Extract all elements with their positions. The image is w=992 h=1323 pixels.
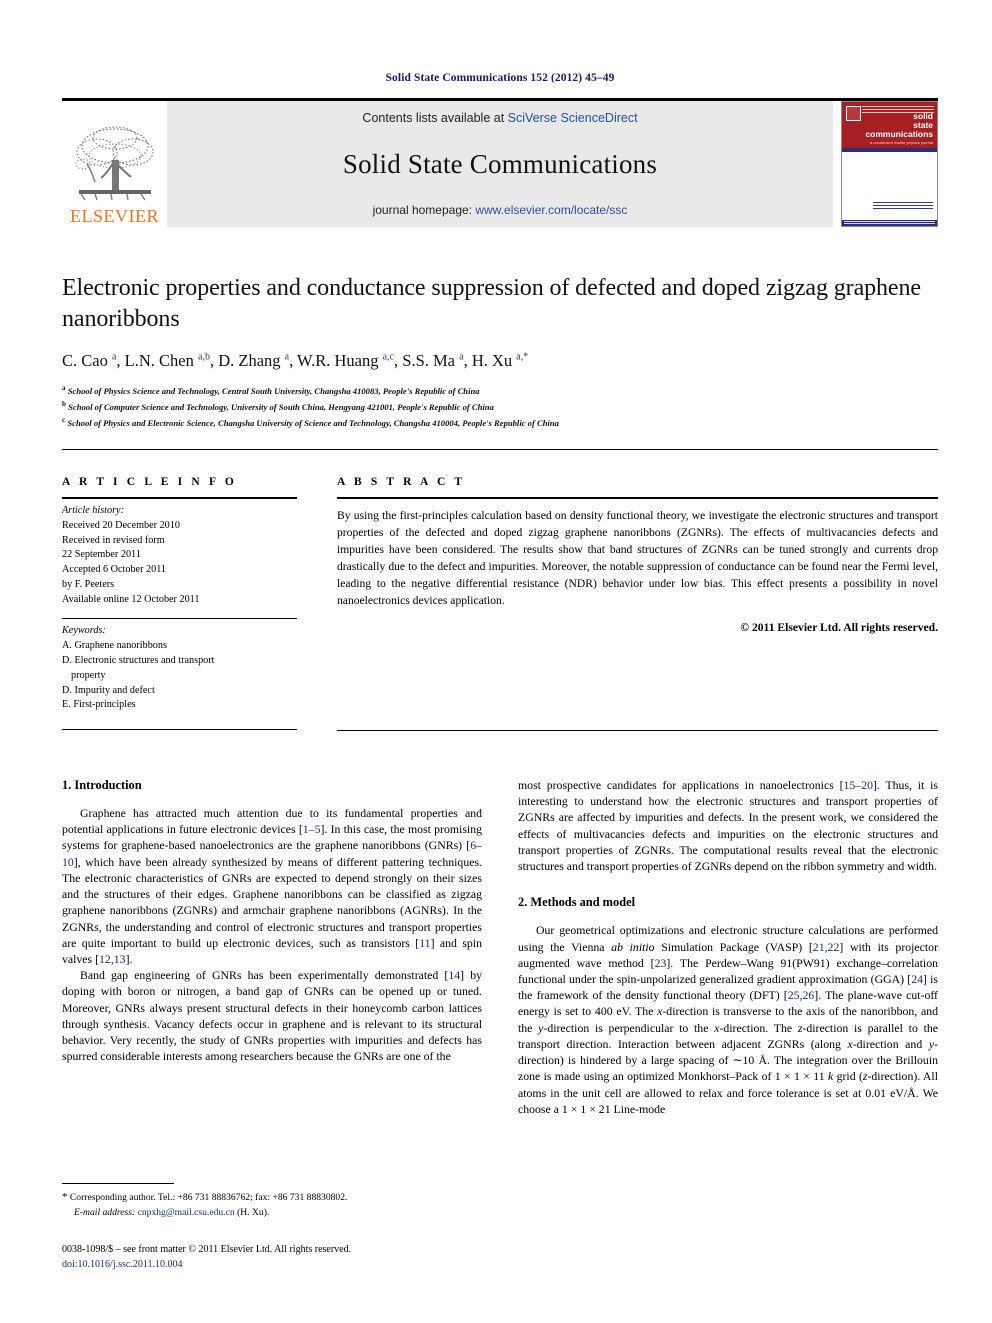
section-heading-introduction: 1. Introduction: [62, 777, 142, 792]
contents-prefix: Contents lists available at: [362, 111, 508, 125]
cover-header-band: solid state communications a condensed m…: [842, 102, 937, 148]
body-columns: 1. Introduction Graphene has attracted m…: [62, 777, 938, 1117]
cover-publisher-mark-icon: [846, 106, 861, 121]
keyword-item: D. Impurity and defect: [62, 684, 155, 696]
cover-bottom-bar: [842, 220, 937, 226]
cover-title-text: solid state communications: [865, 111, 933, 139]
article-info-column: A R T I C L E I N F O Article history: R…: [62, 476, 297, 731]
intro-paragraph-2-continued: most prospective candidates for applicat…: [518, 777, 938, 874]
article-page: Solid State Communications 152 (2012) 45…: [62, 0, 938, 1323]
keyword-item: D. Electronic structures and transport: [62, 654, 215, 666]
email-label: E-mail address:: [74, 1206, 136, 1218]
header-divider: [62, 448, 938, 450]
corresponding-author-text: Corresponding author. Tel.: +86 731 8883…: [69, 1192, 348, 1203]
abstract-copyright: © 2011 Elsevier Ltd. All rights reserved…: [740, 620, 938, 634]
affiliation-list: a School of Physics Science and Technolo…: [62, 383, 938, 430]
issn-frontmatter-line: 0038-1098/$ – see front matter © 2011 El…: [62, 1244, 352, 1255]
history-line: Accepted 6 October 2011: [62, 564, 167, 576]
affiliation-item: c School of Physics and Electronic Scien…: [62, 415, 938, 431]
article-info-heading: A R T I C L E I N F O: [62, 475, 237, 488]
info-abstract-region: A R T I C L E I N F O Article history: R…: [62, 476, 938, 731]
footnote-zone: * Corresponding author. Tel.: +86 731 88…: [62, 1183, 482, 1220]
abstract-rule-bottom: [337, 729, 938, 731]
history-line: Available online 12 October 2011: [62, 594, 200, 606]
body-column-right: most prospective candidates for applicat…: [518, 777, 938, 1117]
email-link[interactable]: cnpxhg@mail.csu.edu.cn: [138, 1207, 235, 1218]
methods-paragraph-1: Our geometrical optimizations and electr…: [518, 923, 939, 1116]
affiliation-item: a School of Physics Science and Technolo…: [62, 383, 938, 399]
contents-list-line: Contents lists available at SciVerse Sci…: [362, 111, 637, 125]
article-info-rule-bottom: [62, 729, 297, 731]
journal-homepage-link[interactable]: www.elsevier.com/locate/ssc: [475, 203, 627, 217]
body-column-gap: [482, 777, 518, 1117]
history-line: by F. Peeters: [62, 579, 115, 591]
title-block: Electronic properties and conductance su…: [62, 273, 938, 431]
imprint-block: 0038-1098/$ – see front matter © 2011 El…: [62, 1243, 522, 1272]
intro-paragraph-1: Graphene has attracted much attention du…: [62, 806, 482, 966]
elsevier-logo: ELSEVIER: [62, 101, 167, 227]
page-title: Electronic properties and conductance su…: [62, 275, 921, 332]
elsevier-tree-icon: [75, 126, 153, 201]
keyword-item: E. First-principles: [62, 699, 136, 711]
history-line: Received in revised form: [62, 534, 165, 546]
corresponding-author-note: * Corresponding author. Tel.: +86 731 88…: [62, 1189, 482, 1220]
doi-link[interactable]: doi:10.1016/j.ssc.2011.10.004: [62, 1258, 522, 1273]
elsevier-wordmark: ELSEVIER: [70, 206, 159, 226]
cover-tagline: a condensed matter physics journal: [870, 140, 933, 145]
author-list: C. Cao a, L.N. Chen a,b, D. Zhang a, W.R…: [62, 351, 529, 371]
journal-cover-thumbnail: solid state communications a condensed m…: [841, 101, 938, 227]
affiliation-item: b School of Computer Science and Technol…: [62, 399, 938, 415]
abstract-heading: A B S T R A C T: [337, 475, 466, 488]
intro-paragraph-2: Band gap engineering of GNRs has been ex…: [62, 968, 482, 1064]
journal-homepage-line: journal homepage: www.elsevier.com/locat…: [373, 203, 628, 217]
email-owner: (H. Xu).: [237, 1206, 270, 1218]
homepage-prefix: journal homepage:: [372, 203, 476, 217]
column-gap: [297, 476, 337, 731]
affiliation-marker: b: [62, 400, 66, 409]
section-heading-methods: 2. Methods and model: [518, 895, 636, 910]
cover-body: [842, 152, 937, 220]
journal-title: Solid State Communications: [342, 148, 658, 179]
abstract-column: A B S T R A C T By using the first-princ…: [337, 476, 938, 731]
journal-masthead: ELSEVIER Contents lists available at Sci…: [62, 98, 938, 227]
footnote-rule: [62, 1183, 174, 1184]
affiliation-marker: a: [62, 384, 66, 393]
cover-footer-microtext: [873, 202, 933, 210]
article-history-label: Article history:: [62, 504, 124, 516]
history-line: 22 September 2011: [62, 549, 141, 561]
affiliation-text: School of Computer Science and Technolog…: [68, 402, 494, 413]
affiliation-text: School of Physics Science and Technology…: [67, 386, 480, 397]
cover-bottom-microtext: [844, 221, 935, 225]
journal-band: Contents lists available at SciVerse Sci…: [167, 101, 833, 227]
footnote-marker: *: [62, 1191, 68, 1203]
article-history: Article history: Received 20 December 20…: [62, 499, 297, 608]
keywords-label: Keywords:: [62, 625, 106, 637]
abstract-text: By using the first-principles calculatio…: [337, 508, 938, 607]
sciencedirect-link[interactable]: SciVerse ScienceDirect: [508, 111, 638, 125]
body-column-left: 1. Introduction Graphene has attracted m…: [62, 777, 482, 1117]
keyword-item-cont: property: [71, 669, 106, 681]
history-line: Received 20 December 2010: [62, 519, 180, 531]
keywords-block: Keywords: A. Graphene nanoribbons D. Ele…: [62, 619, 297, 713]
affiliation-marker: c: [62, 416, 66, 424]
affiliation-text: School of Physics and Electronic Science…: [67, 417, 559, 428]
keyword-item: A. Graphene nanoribbons: [62, 639, 167, 651]
running-head: Solid State Communications 152 (2012) 45…: [385, 72, 615, 84]
